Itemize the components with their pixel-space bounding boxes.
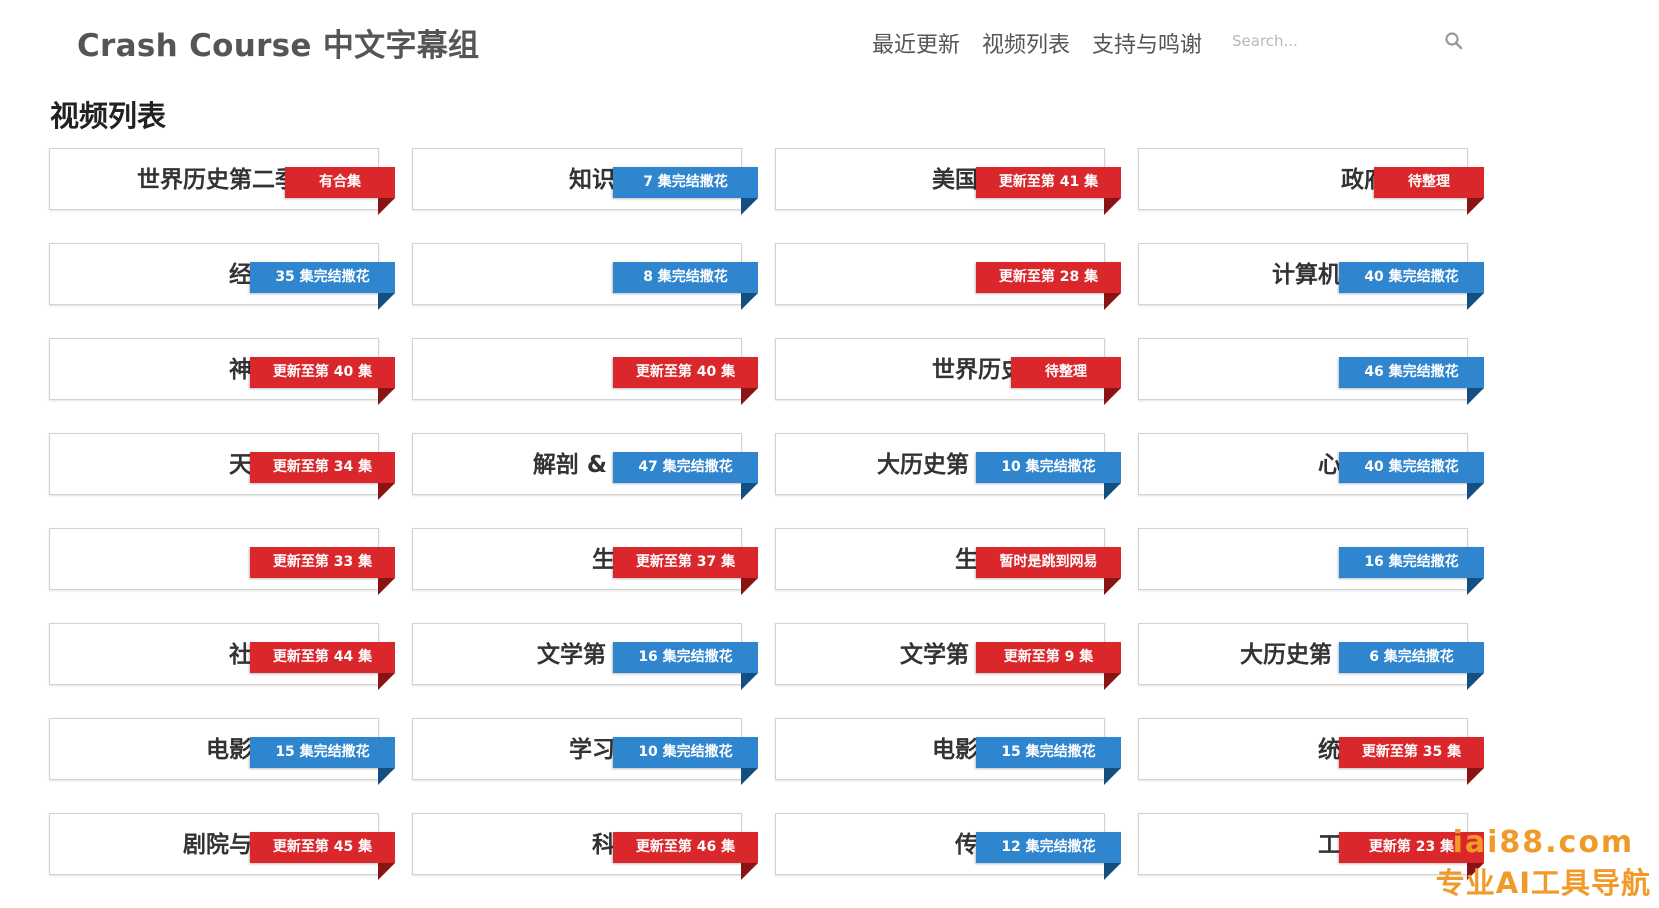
video-card[interactable]: 生物学更新至第 37 集: [412, 528, 758, 595]
status-ribbon: 更新至第 46 集: [613, 832, 758, 880]
watermark-url: iai88.com: [1452, 825, 1635, 860]
status-ribbon: 47 集完结撒花: [613, 452, 758, 500]
status-ribbon: 10 集完结撒花: [976, 452, 1121, 500]
video-card[interactable]: 电影制作15 集完结撒花: [49, 718, 395, 785]
video-card[interactable]: 美国历史更新至第 41 集: [775, 148, 1121, 215]
status-ribbon: 16 集完结撒花: [613, 642, 758, 690]
video-card[interactable]: 世界历史 待整理: [775, 338, 1121, 405]
watermark-tagline: 专业AI工具导航: [1435, 866, 1651, 900]
status-ribbon: 40 集完结撒花: [1339, 452, 1484, 500]
status-ribbon: 更新至第 44 集: [250, 642, 395, 690]
video-card[interactable]: 电影16 集完结撒花: [1138, 528, 1484, 595]
status-ribbon: 更新至第 35 集: [1339, 737, 1484, 785]
video-card[interactable]: 心理学40 集完结撒花: [1138, 433, 1484, 500]
video-card[interactable]: 工程学更新第 23 集: [1138, 813, 1484, 880]
status-ribbon: 40 集完结撒花: [1339, 262, 1484, 310]
video-card[interactable]: 世界历史第二季 有合集: [49, 148, 395, 215]
video-card[interactable]: 政府 待整理: [1138, 148, 1484, 215]
video-card[interactable]: 文学8 集完结撒花: [412, 243, 758, 310]
video-card[interactable]: 文学第 2 季 16 集完结撒花: [412, 623, 758, 690]
video-card[interactable]: 神话学更新至第 40 集: [49, 338, 395, 405]
status-ribbon: 7 集完结撒花: [613, 167, 758, 215]
video-card[interactable]: 天文学更新至第 34 集: [49, 433, 395, 500]
watermark: iai88.com 专业AI工具导航: [1436, 825, 1651, 902]
card-title: 世界历史第二季: [137, 167, 298, 193]
video-card[interactable]: 电影鉴赏15 集完结撒花: [775, 718, 1121, 785]
video-card[interactable]: 剧院与表演 更新至第 45 集: [49, 813, 395, 880]
video-card[interactable]: 科学史更新至第 46 集: [412, 813, 758, 880]
status-ribbon: 更新至第 34 集: [250, 452, 395, 500]
status-ribbon: 有合集: [285, 167, 395, 215]
status-ribbon: 暂时是跳到网易: [976, 547, 1121, 595]
video-card[interactable]: 化学更新至第 33 集: [49, 528, 395, 595]
video-card[interactable]: 解剖 & 生理 47 集完结撒花: [412, 433, 758, 500]
video-card[interactable]: 学习技巧10 集完结撒花: [412, 718, 758, 785]
video-card[interactable]: 传播学12 集完结撒花: [775, 813, 1121, 880]
search-icon[interactable]: [1444, 31, 1464, 51]
video-card[interactable]: 游戏更新至第 28 集: [775, 243, 1121, 310]
video-card[interactable]: 生态学暂时是跳到网易: [775, 528, 1121, 595]
nav-video-list[interactable]: 视频列表: [982, 27, 1070, 59]
video-card[interactable]: 大历史第 2 季6 集完结撒花: [1138, 623, 1484, 690]
video-card[interactable]: 计算机科学 40 集完结撒花: [1138, 243, 1484, 310]
status-ribbon: 更新至第 45 集: [250, 832, 395, 880]
video-card[interactable]: 物理更新至第 40 集: [412, 338, 758, 405]
status-ribbon: 35 集完结撒花: [250, 262, 395, 310]
nav-recent-updates[interactable]: 最近更新: [872, 27, 960, 59]
video-card[interactable]: 统计学更新至第 35 集: [1138, 718, 1484, 785]
status-ribbon: 待整理: [1374, 167, 1484, 215]
video-card[interactable]: 文学第 3 季更新至第 9 集: [775, 623, 1121, 690]
search-input[interactable]: [1232, 26, 1432, 56]
status-ribbon: 更新至第 40 集: [250, 357, 395, 405]
status-ribbon: 46 集完结撒花: [1339, 357, 1484, 405]
status-ribbon: 8 集完结撒花: [613, 262, 758, 310]
site-title[interactable]: Crash Course 中文字幕组: [77, 20, 479, 65]
status-ribbon: 15 集完结撒花: [250, 737, 395, 785]
search-box: [1232, 26, 1472, 58]
status-ribbon: 12 集完结撒花: [976, 832, 1121, 880]
status-ribbon: 待整理: [1011, 357, 1121, 405]
status-ribbon: 16 集完结撒花: [1339, 547, 1484, 595]
video-card[interactable]: 经济学35 集完结撒花: [49, 243, 395, 310]
status-ribbon: 更新至第 28 集: [976, 262, 1121, 310]
status-ribbon: 更新至第 9 集: [976, 642, 1121, 690]
status-ribbon: 15 集完结撒花: [976, 737, 1121, 785]
status-ribbon: 10 集完结撒花: [613, 737, 758, 785]
video-card[interactable]: 社会学更新至第 44 集: [49, 623, 395, 690]
video-card[interactable]: 知识产权7 集完结撒花: [412, 148, 758, 215]
main-nav: 最近更新 视频列表 支持与鸣谢: [872, 27, 1202, 59]
video-card[interactable]: 哲学46 集完结撒花: [1138, 338, 1484, 405]
status-ribbon: 6 集完结撒花: [1339, 642, 1484, 690]
status-ribbon: 更新至第 40 集: [613, 357, 758, 405]
video-card[interactable]: 大历史第 1 季 10 集完结撒花: [775, 433, 1121, 500]
status-ribbon: 更新至第 41 集: [976, 167, 1121, 215]
nav-support-thanks[interactable]: 支持与鸣谢: [1092, 27, 1202, 59]
page-title: 视频列表: [50, 99, 167, 133]
status-ribbon: 更新至第 37 集: [613, 547, 758, 595]
status-ribbon: 更新至第 33 集: [250, 547, 395, 595]
video-grid: 世界历史第二季有合集知识产权7 集完结撒花美国历史更新至第 41 集政府待整理经…: [49, 148, 1484, 880]
